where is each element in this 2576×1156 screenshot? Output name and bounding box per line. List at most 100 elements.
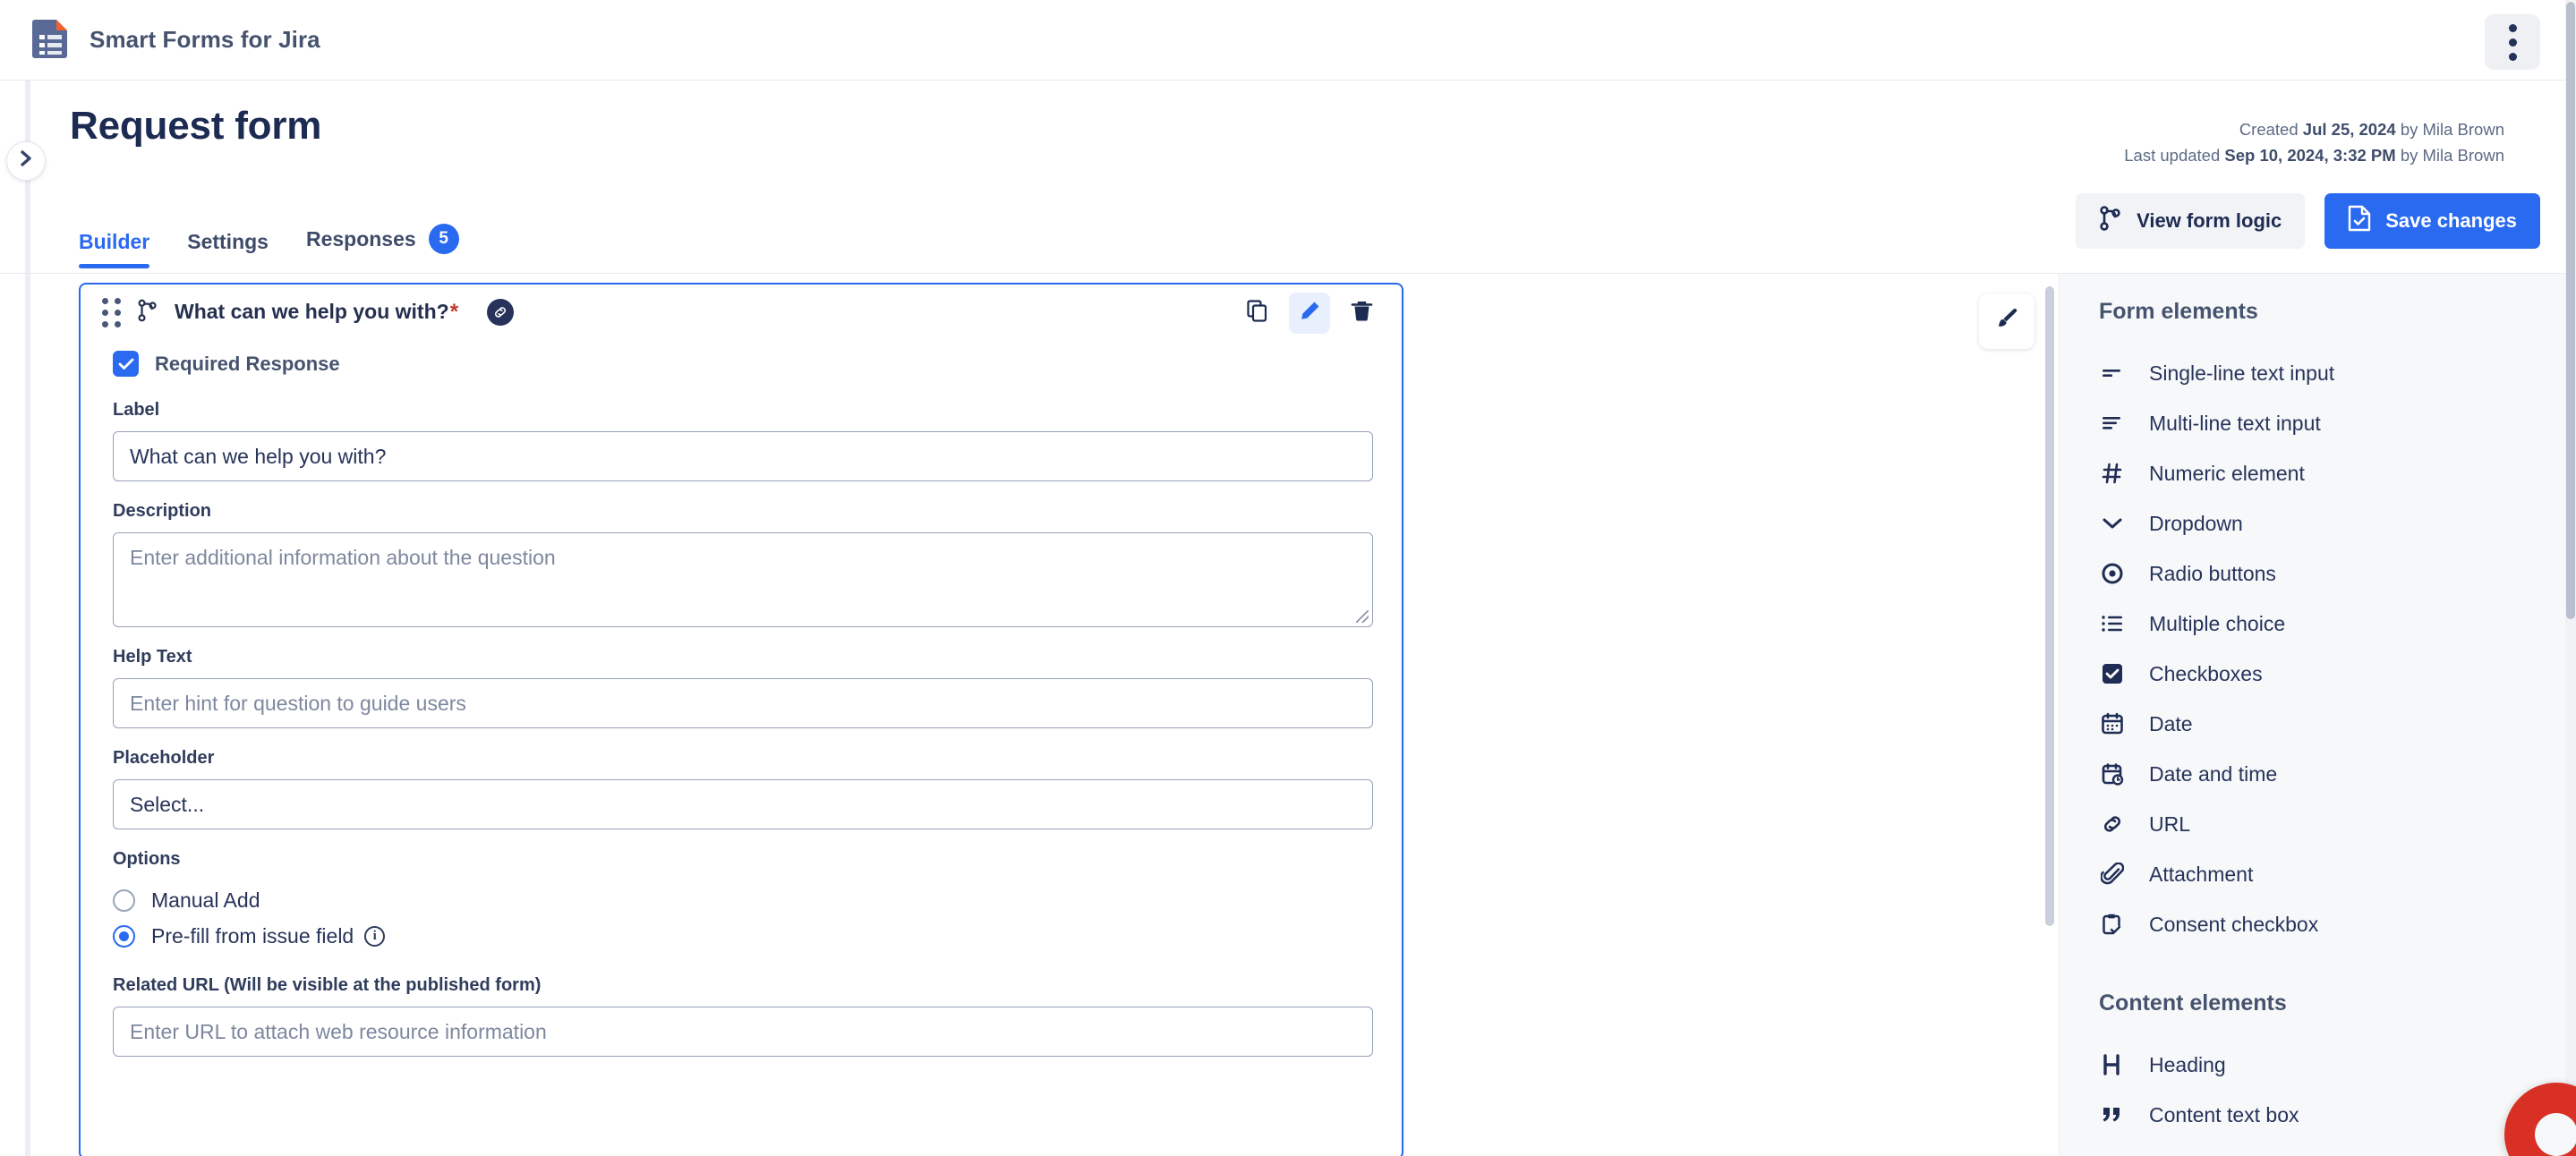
option-manual-add[interactable]: Manual Add (113, 882, 1369, 918)
sidebar-label: Single-line text input (2149, 361, 2335, 385)
sidebar-item-consent-checkbox[interactable]: Consent checkbox (2099, 899, 2576, 949)
edit-question-button[interactable] (1289, 293, 1330, 334)
sidebar-label: Date and time (2149, 761, 2278, 786)
option-manual-add-label: Manual Add (151, 888, 260, 912)
tab-responses[interactable]: Responses 5 (306, 224, 459, 268)
window-scrollbar-thumb[interactable] (2566, 2, 2575, 619)
description-placeholder: Enter additional information about the q… (130, 546, 556, 569)
calendar-clock-icon (2099, 762, 2126, 786)
sidebar-label: Numeric element (2149, 461, 2305, 485)
heading-icon (2099, 1054, 2126, 1075)
app-title: Smart Forms for Jira (90, 26, 320, 53)
duplicate-question-button[interactable] (1237, 293, 1278, 334)
related-url-input[interactable]: Enter URL to attach web resource informa… (113, 1007, 1373, 1057)
left-rail (25, 81, 30, 1156)
help-text-field-group: Help Text Enter hint for question to gui… (113, 647, 1373, 728)
theme-button[interactable] (1979, 293, 2034, 349)
sidebar-item-multi-line-text-input[interactable]: Multi-line text input (2099, 398, 2576, 448)
option-prefill[interactable]: Pre-fill from issue field i (113, 918, 1369, 954)
placeholder-input[interactable]: Select... (113, 779, 1373, 829)
sidebar-label: Radio buttons (2149, 561, 2276, 585)
options-title: Options (113, 849, 181, 869)
placeholder-field-group: Placeholder Select... (113, 748, 1373, 829)
updated-date: Sep 10, 2024, 3:32 PM (2224, 146, 2396, 165)
form-metadata: Created Jul 25, 2024 by Mila Brown Last … (2124, 116, 2504, 168)
radio-manual-add[interactable] (113, 888, 135, 912)
app-root: Smart Forms for Jira Request form Create… (0, 0, 2576, 1156)
label-field-group: Label What can we help you with? (113, 400, 1373, 481)
delete-question-button[interactable] (1341, 293, 1382, 334)
sidebar-item-numeric-element[interactable]: Numeric element (2099, 448, 2576, 498)
sidebar-item-date-and-time[interactable]: Date and time (2099, 749, 2576, 799)
sidebar-label: Consent checkbox (2149, 912, 2319, 936)
content-elements-title: Content elements (2099, 990, 2287, 1016)
tab-builder[interactable]: Builder (79, 230, 150, 268)
sidebar-item-multiple-choice[interactable]: Multiple choice (2099, 599, 2576, 649)
sidebar-item-checkboxes[interactable]: Checkboxes (2099, 649, 2576, 699)
elements-sidebar: Form elements Single-line text input Mul… (2059, 274, 2576, 1156)
expand-sidebar-button[interactable] (6, 141, 46, 181)
related-url-group: Related URL (Will be visible at the publ… (113, 975, 1373, 1057)
hash-icon (2099, 462, 2126, 485)
description-textarea[interactable]: Enter additional information about the q… (113, 532, 1373, 627)
tab-bar: Builder Settings Responses 5 (79, 224, 459, 268)
help-text-input[interactable]: Enter hint for question to guide users (113, 678, 1373, 728)
options-group: Options Manual Add Pre-fill from issue f… (113, 849, 1369, 954)
sidebar-label: Dropdown (2149, 511, 2243, 535)
view-form-logic-label: View form logic (2137, 209, 2282, 232)
chevron-right-icon (20, 149, 33, 173)
document-check-icon (2348, 205, 2371, 237)
branch-icon (2099, 206, 2122, 236)
sidebar-label: Multiple choice (2149, 611, 2286, 635)
quote-icon (2099, 1106, 2126, 1124)
canvas-scrollbar[interactable] (2045, 286, 2054, 926)
paperclip-icon (2099, 863, 2126, 886)
sidebar-label: Heading (2149, 1052, 2226, 1076)
brand: Smart Forms for Jira (32, 17, 320, 63)
sidebar-item-url[interactable]: URL (2099, 799, 2576, 849)
sidebar-item-dropdown[interactable]: Dropdown (2099, 498, 2576, 548)
calendar-icon (2099, 712, 2126, 735)
placeholder-field-title: Placeholder (113, 748, 215, 768)
sidebar-label: Multi-line text input (2149, 411, 2321, 435)
question-card[interactable]: What can we help you with? * Required Re… (79, 283, 1403, 1156)
paintbrush-icon (1993, 306, 2020, 337)
radio-prefill-from-issue-field[interactable] (113, 924, 135, 948)
question-title: What can we help you with? * (175, 300, 459, 324)
top-bar: Smart Forms for Jira (0, 0, 2576, 81)
label-input[interactable]: What can we help you with? (113, 431, 1373, 481)
sidebar-item-single-line-text-input[interactable]: Single-line text input (2099, 348, 2576, 398)
two-lines-icon (2099, 367, 2126, 379)
question-card-body: Required Response Label What can we help… (81, 340, 1402, 1057)
required-response-checkbox[interactable] (113, 351, 139, 377)
sidebar-item-attachment[interactable]: Attachment (2099, 849, 2576, 899)
option-prefill-label-wrap: Pre-fill from issue field i (151, 924, 386, 948)
resize-handle[interactable] (1356, 610, 1369, 623)
sidebar-item-heading[interactable]: Heading (2099, 1040, 2576, 1090)
list-icon (2099, 615, 2126, 633)
checkbox-icon (2099, 662, 2126, 685)
form-elements-title: Form elements (2099, 299, 2258, 324)
kebab-menu-icon (2508, 23, 2517, 32)
created-line: Created Jul 25, 2024 by Mila Brown (2239, 120, 2504, 139)
info-icon[interactable]: i (364, 925, 386, 947)
related-url-title: Related URL (Will be visible at the publ… (113, 975, 542, 995)
overflow-menu-button[interactable] (2485, 14, 2540, 70)
required-response-row[interactable]: Required Response (113, 351, 1369, 377)
responses-count-badge: 5 (428, 224, 459, 254)
tab-settings[interactable]: Settings (187, 230, 269, 268)
view-form-logic-button[interactable]: View form logic (2076, 193, 2306, 249)
form-document-icon (32, 17, 70, 63)
form-canvas: What can we help you with? * Required Re… (54, 274, 2059, 1156)
sidebar-item-date[interactable]: Date (2099, 699, 2576, 749)
label-field-title: Label (113, 400, 160, 420)
save-changes-button[interactable]: Save changes (2324, 193, 2540, 249)
trash-icon (1351, 300, 1373, 327)
drag-handle-icon[interactable] (102, 297, 121, 327)
link-icon[interactable] (487, 299, 515, 326)
question-card-header: What can we help you with? * (81, 285, 1402, 340)
question-card-actions (1237, 293, 1382, 334)
required-asterisk: * (449, 300, 459, 324)
sidebar-item-radio-buttons[interactable]: Radio buttons (2099, 548, 2576, 599)
window-scrollbar[interactable] (2565, 0, 2576, 1156)
